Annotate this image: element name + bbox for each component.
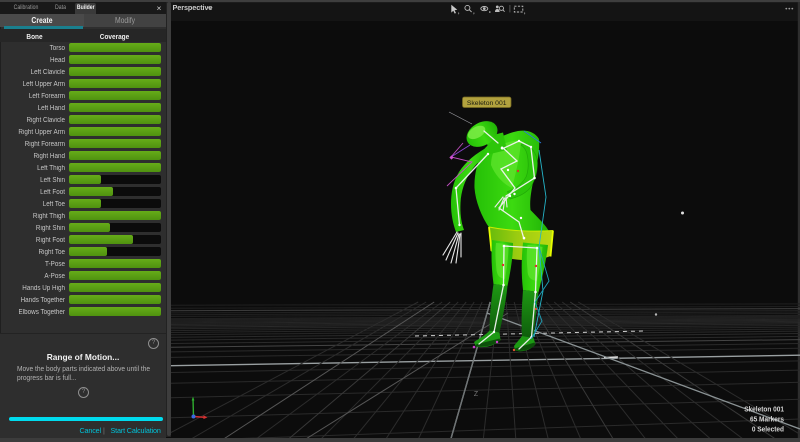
svg-text:Skeleton 001: Skeleton 001 [467,100,507,107]
svg-text:Z: Z [474,391,479,398]
svg-text:0 Selected: 0 Selected [752,426,784,433]
svg-text:Perspective: Perspective [173,3,213,12]
svg-text:Skeleton 001: Skeleton 001 [744,406,784,413]
svg-text:65 Markers: 65 Markers [750,416,784,423]
